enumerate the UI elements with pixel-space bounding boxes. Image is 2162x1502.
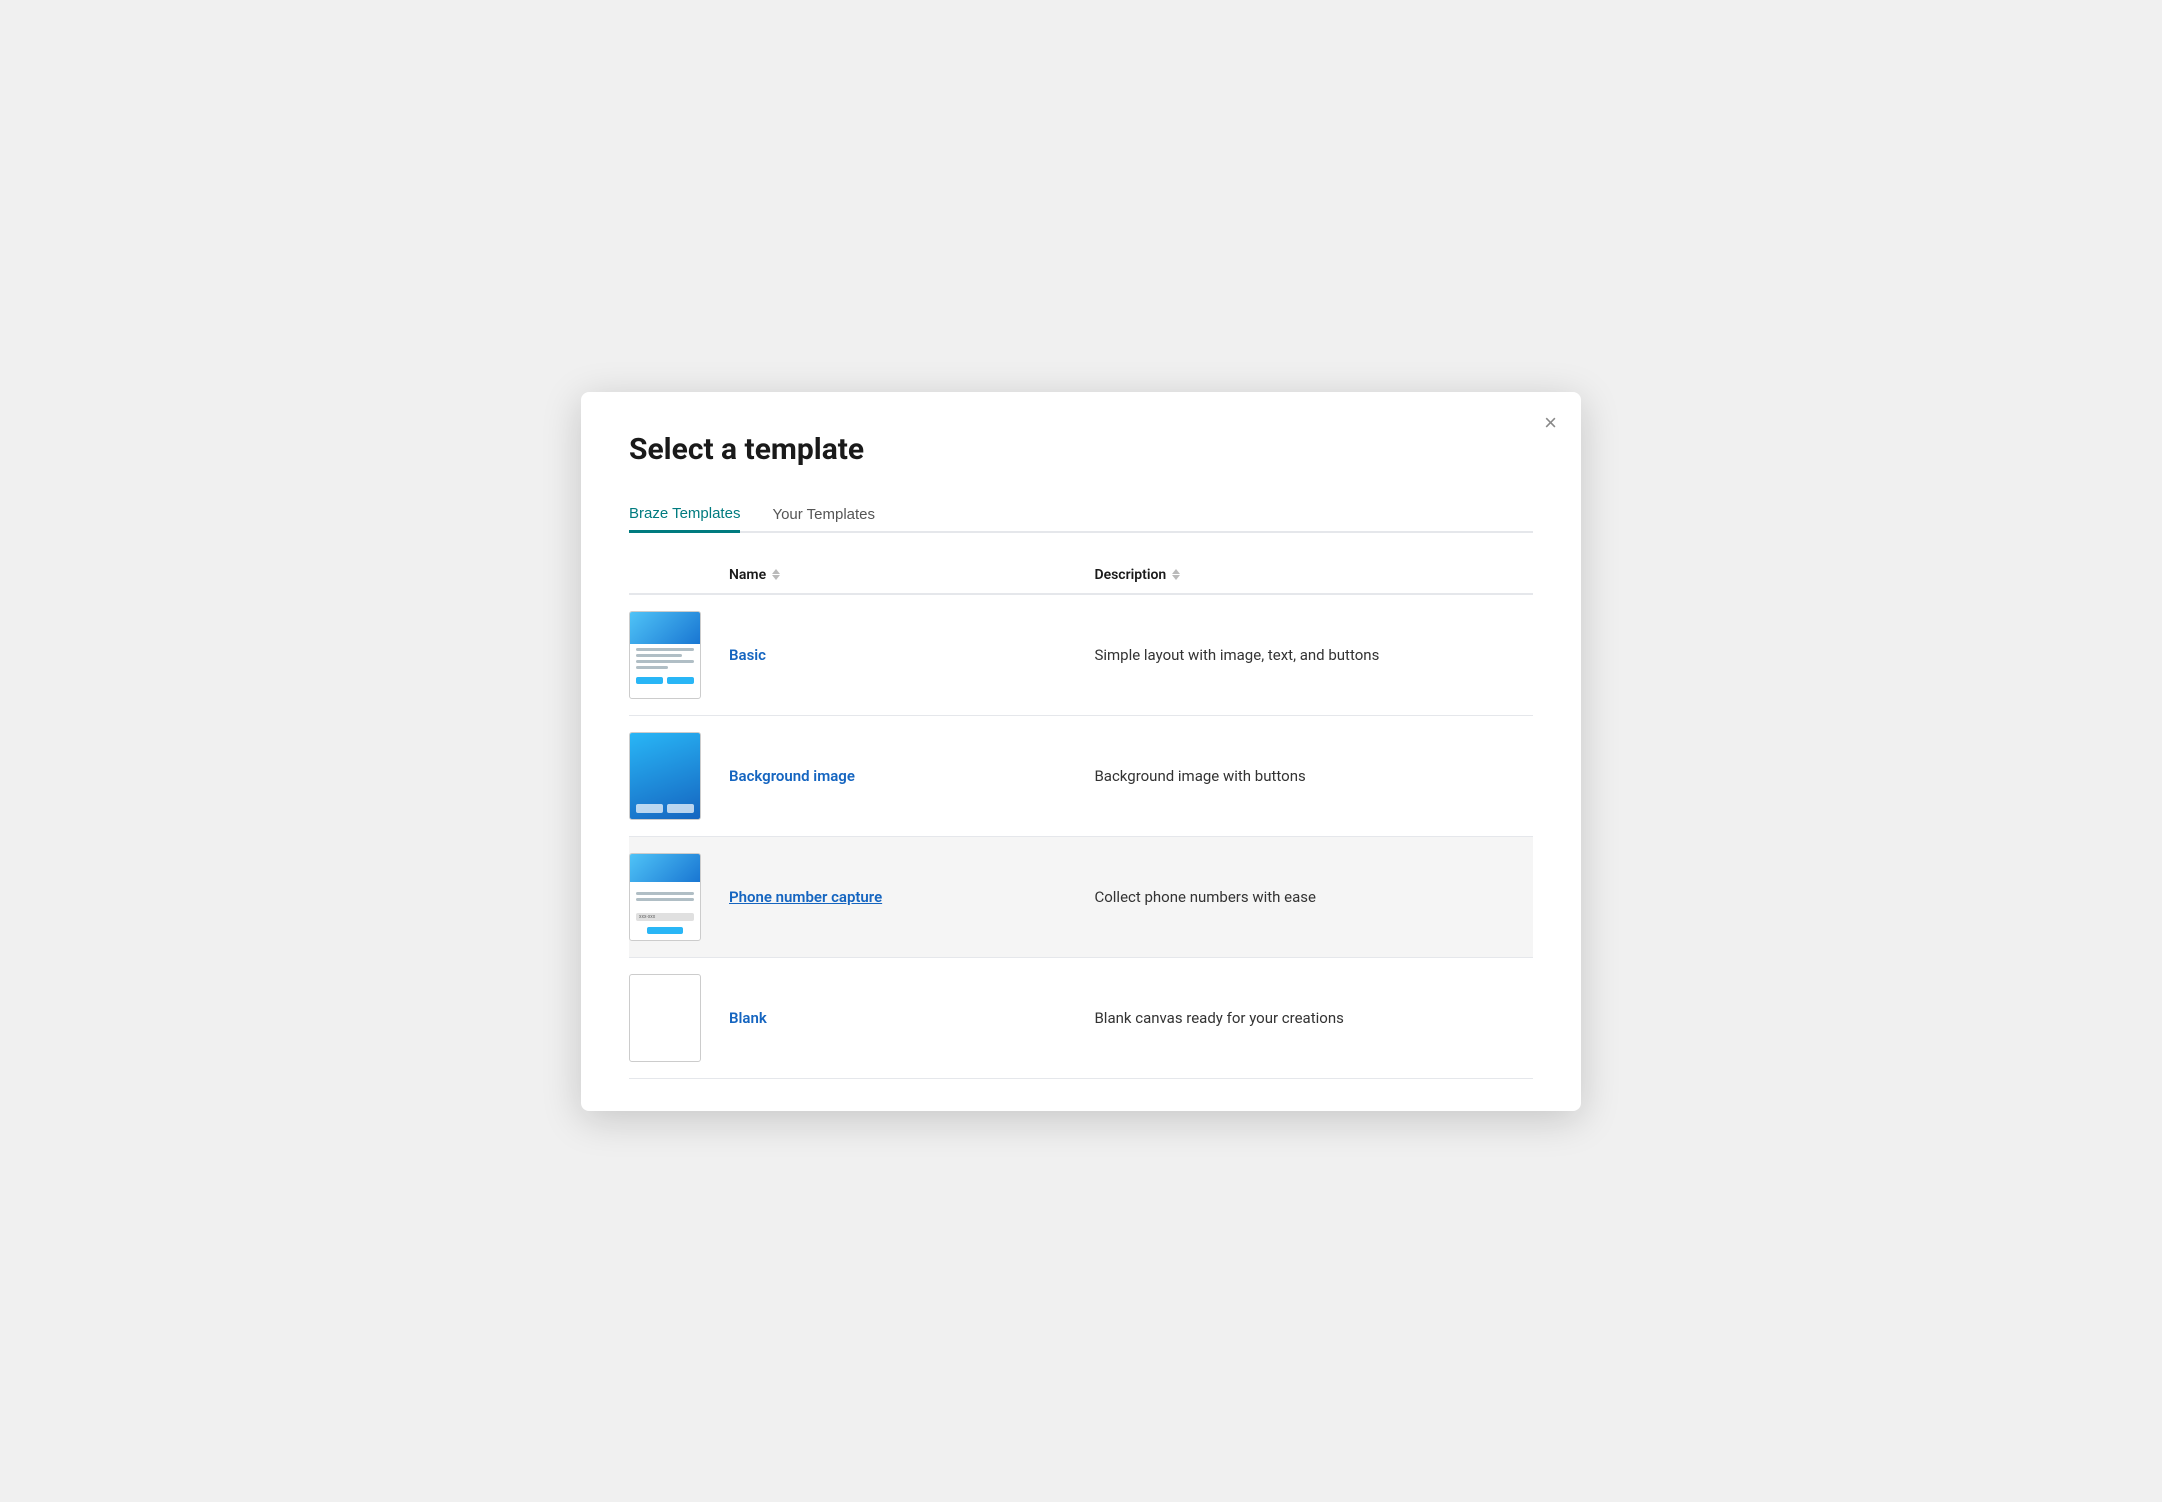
basic-thumb-area <box>629 611 729 699</box>
phone-name[interactable]: Phone number capture <box>729 887 1094 906</box>
template-row-blank[interactable]: Blank Blank canvas ready for your creati… <box>629 958 1533 1079</box>
blank-thumb-area <box>629 974 729 1062</box>
col-desc-header[interactable]: Description <box>1094 567 1533 583</box>
basic-description: Simple layout with image, text, and butt… <box>1094 646 1533 664</box>
modal-title: Select a template <box>629 432 1533 467</box>
template-row-phone-capture[interactable]: xxx-xxx Phone number capture Collect pho… <box>629 837 1533 958</box>
phone-description: Collect phone numbers with ease <box>1094 888 1533 906</box>
basic-thumbnail <box>629 611 701 699</box>
name-col-label: Name <box>729 567 766 583</box>
blank-description: Blank canvas ready for your creations <box>1094 1009 1533 1027</box>
basic-name[interactable]: Basic <box>729 645 1094 664</box>
phone-thumbnail: xxx-xxx <box>629 853 701 941</box>
phone-link[interactable]: Phone number capture <box>729 888 882 906</box>
blank-name[interactable]: Blank <box>729 1008 1094 1027</box>
bgimg-thumb-area <box>629 732 729 820</box>
bgimg-name[interactable]: Background image <box>729 766 1094 785</box>
name-sort-icon <box>772 569 780 580</box>
bgimg-description: Background image with buttons <box>1094 767 1533 785</box>
phone-thumb-area: xxx-xxx <box>629 853 729 941</box>
tab-bar: Braze Templates Your Templates <box>629 495 1533 533</box>
table-header: Name Description <box>629 557 1533 595</box>
tab-your-templates[interactable]: Your Templates <box>772 497 875 533</box>
desc-col-label: Description <box>1094 567 1166 583</box>
close-button[interactable]: × <box>1544 412 1557 434</box>
template-row-basic[interactable]: Basic Simple layout with image, text, an… <box>629 595 1533 716</box>
blank-thumbnail <box>629 974 701 1062</box>
basic-link[interactable]: Basic <box>729 646 766 664</box>
bgimg-thumbnail <box>629 732 701 820</box>
col-name-header[interactable]: Name <box>729 567 1094 583</box>
template-row-background-image[interactable]: Background image Background image with b… <box>629 716 1533 837</box>
blank-link[interactable]: Blank <box>729 1009 767 1027</box>
bgimg-link[interactable]: Background image <box>729 767 855 785</box>
select-template-modal: × Select a template Braze Templates Your… <box>581 392 1581 1111</box>
tab-braze-templates[interactable]: Braze Templates <box>629 497 740 533</box>
desc-sort-icon <box>1172 569 1180 580</box>
